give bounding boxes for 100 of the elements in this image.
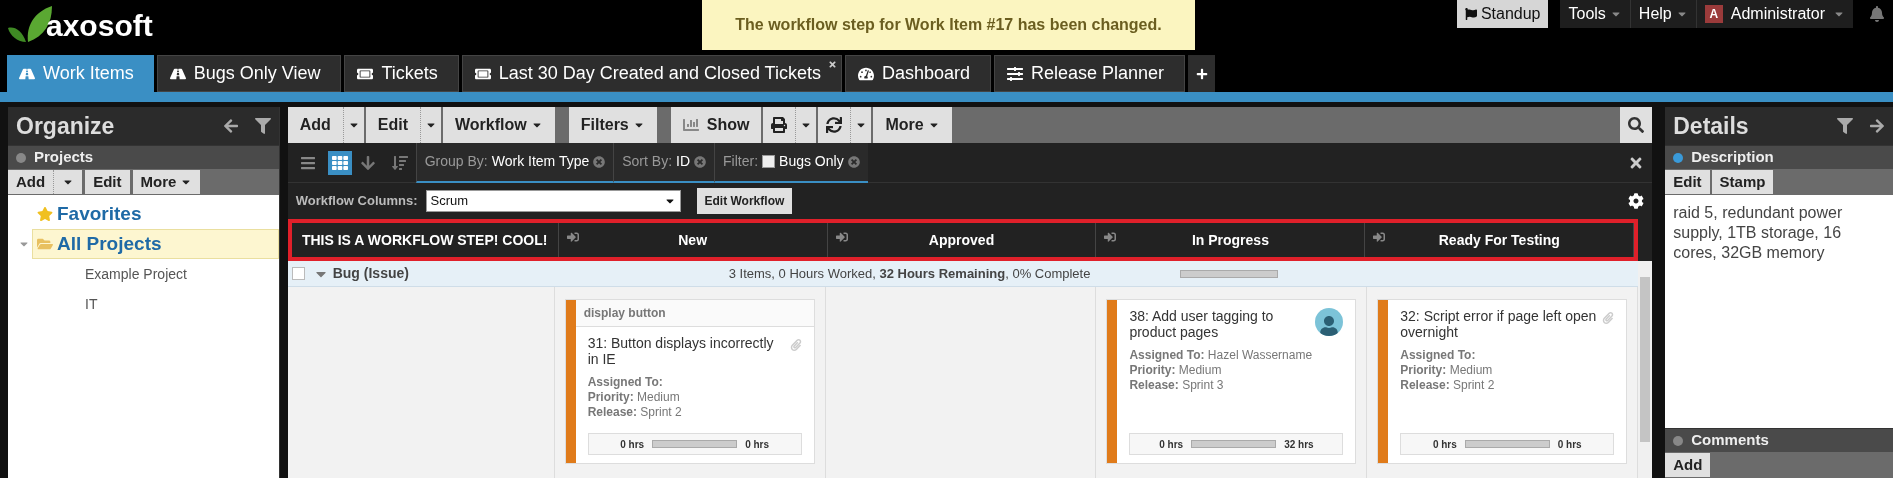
section-header[interactable]: Comments — [1665, 428, 1893, 452]
column-header[interactable]: Approved — [827, 223, 1097, 257]
panel-title: Organize — [15, 111, 116, 141]
work-item-card[interactable]: 38: Add user tagging to product pages Assigned To: Hazel Wassername Priority: Medium Release: Sprint 3 0 hrs 32 hrs — [1106, 299, 1357, 464]
menu-button[interactable]: Filters — [568, 107, 657, 143]
print-button[interactable] — [763, 107, 796, 143]
logo-text: axosoft — [46, 8, 153, 44]
checkbox[interactable] — [762, 155, 776, 168]
menu-button[interactable]: More — [132, 170, 201, 194]
tab[interactable]: Tickets — [344, 55, 459, 92]
user-menu[interactable]: A Administrator — [1696, 0, 1853, 28]
panel-button[interactable]: Add — [1665, 453, 1711, 477]
tree-item[interactable]: Example Project — [80, 262, 279, 286]
hours-remaining-text: 32 hrs — [1284, 437, 1314, 452]
tab[interactable]: Bugs Only View — [156, 55, 342, 92]
add-tab-button[interactable] — [1188, 55, 1216, 92]
user-avatar: A — [1704, 5, 1723, 23]
grid-icon — [331, 154, 348, 171]
column-header[interactable]: In Progress — [1096, 223, 1366, 257]
collapse-column-icon[interactable] — [566, 231, 579, 243]
menu-button[interactable]: More — [873, 107, 952, 143]
show-button[interactable]: Show — [670, 107, 762, 143]
description-text: raid 5, redundant power supply, 1TB storage, 16 cores, 32GB memory — [1672, 203, 1844, 263]
filter-icon[interactable] — [1837, 118, 1853, 134]
remove-icon[interactable] — [593, 155, 606, 168]
panel-button[interactable]: Edit — [1665, 170, 1710, 194]
refresh-button[interactable] — [818, 107, 851, 143]
filter-icon[interactable] — [254, 118, 271, 134]
group-row[interactable]: Bug (Issue) 3 Items, 0 Hours Worked, 32 Hours Remaining, 0% Complete — [287, 261, 1639, 287]
grid-view-button[interactable] — [327, 150, 352, 175]
section-header[interactable]: Projects — [8, 145, 279, 169]
menu-button[interactable]: Workflow — [443, 107, 555, 143]
panel-button[interactable]: Edit — [85, 170, 130, 194]
tab[interactable]: Work Items — [7, 55, 154, 92]
tab[interactable]: Dashboard — [844, 55, 991, 92]
card-title[interactable]: 38: Add user tagging to product pages — [1129, 308, 1312, 340]
collapse-column-icon[interactable] — [1104, 231, 1117, 243]
panel-button[interactable]: Stamp — [1711, 170, 1774, 194]
gauge-icon — [857, 65, 874, 82]
filter-chip[interactable]: Filter: Bugs Only — [714, 142, 868, 183]
assigned-to-text: Assigned To: Hazel Wassername — [1129, 348, 1314, 363]
toolbar-button[interactable]: Edit — [365, 107, 421, 143]
bar-chart-icon — [682, 117, 699, 133]
work-item-card[interactable]: display button 31: Button displays incorrectly in IE Assigned To: Priority: Medium Release: Sprint 2 0 hrs 0 hrs — [564, 299, 815, 464]
star-icon — [37, 206, 53, 222]
group-title: Bug (Issue) — [332, 264, 410, 283]
dropdown-button[interactable] — [53, 170, 83, 194]
column-header[interactable]: THIS IS A WORKFLOW STEP! COOL! — [291, 223, 559, 257]
filter-chip[interactable]: Sort By: ID — [613, 142, 715, 183]
tree-item[interactable]: All Projects — [32, 228, 279, 260]
panel-button[interactable]: Add — [8, 170, 54, 194]
assigned-to-text: Assigned To: — [1400, 348, 1477, 363]
filter-chip[interactable]: Group By: Work Item Type — [415, 142, 614, 183]
dropdown-button[interactable] — [850, 107, 872, 143]
expand-arrow-icon[interactable] — [1869, 118, 1885, 134]
standup-button[interactable]: Standup — [1456, 0, 1549, 28]
card-title[interactable]: 31: Button displays incorrectly in IE — [587, 335, 786, 367]
menu-button[interactable]: Tools — [1560, 0, 1631, 28]
toolbar-button[interactable]: Add — [287, 107, 343, 143]
close-tab-icon[interactable] — [827, 60, 837, 69]
settings-icon[interactable] — [1628, 193, 1645, 209]
hours-remaining-text: 0 hrs — [745, 437, 770, 452]
edit-workflow-button[interactable]: Edit Workflow — [696, 188, 793, 214]
collapse-column-icon[interactable] — [835, 231, 848, 243]
sort-icon[interactable] — [391, 154, 408, 171]
chip-label: Sort By: — [622, 152, 673, 171]
remove-icon[interactable] — [847, 155, 860, 168]
hours-worked-text: 0 hrs — [620, 437, 645, 452]
chip-value: Bugs Only — [779, 152, 844, 171]
remove-icon[interactable] — [694, 155, 707, 168]
work-item-card[interactable]: 32: Script error if page left open overnight Assigned To: Priority: Medium Release: Sprint 2 0 hrs 0 hrs — [1377, 299, 1628, 464]
dropdown-button[interactable] — [795, 107, 817, 143]
user-name: Administrator — [1730, 4, 1825, 24]
group-summary: 3 Items, 0 Hours Worked, 32 Hours Remaining, 0% Complete — [728, 264, 1091, 283]
column-header[interactable]: New — [558, 223, 828, 257]
menu-button[interactable]: Help — [1630, 0, 1697, 28]
priority-text: Priority: Medium — [587, 390, 681, 405]
section-header[interactable]: Description — [1665, 145, 1893, 169]
dropdown-button[interactable] — [342, 107, 364, 143]
tab[interactable]: Release Planner — [994, 55, 1186, 92]
tab[interactable]: Last 30 Day Created and Closed Tickets — [461, 55, 842, 92]
release-text: Release: Sprint 2 — [587, 405, 683, 420]
tree-item[interactable]: IT — [80, 292, 279, 316]
card-title[interactable]: 32: Script error if page left open overnight — [1400, 308, 1599, 340]
workflow-select[interactable]: Scrum — [425, 190, 681, 212]
notification-toast: The workflow step for Work Item #17 has been changed. — [702, 0, 1195, 50]
hours-worked-text: 0 hrs — [1432, 437, 1457, 452]
card-header: display button — [575, 300, 814, 327]
hours-remaining-text: 0 hrs — [1557, 437, 1582, 452]
column-header[interactable]: Ready For Testing — [1365, 223, 1635, 257]
collapse-column-icon[interactable] — [1373, 231, 1386, 243]
tree-item[interactable]: Favorites — [32, 198, 279, 230]
list-icon — [299, 154, 316, 171]
dropdown-button[interactable] — [420, 107, 442, 143]
search-button[interactable] — [1620, 107, 1653, 143]
checkbox[interactable] — [291, 267, 305, 280]
arrow-down-icon[interactable] — [359, 154, 376, 171]
notification-bell-icon[interactable] — [1869, 6, 1885, 22]
collapse-arrow-icon[interactable] — [222, 118, 239, 134]
chip-label: Filter: — [723, 152, 759, 171]
